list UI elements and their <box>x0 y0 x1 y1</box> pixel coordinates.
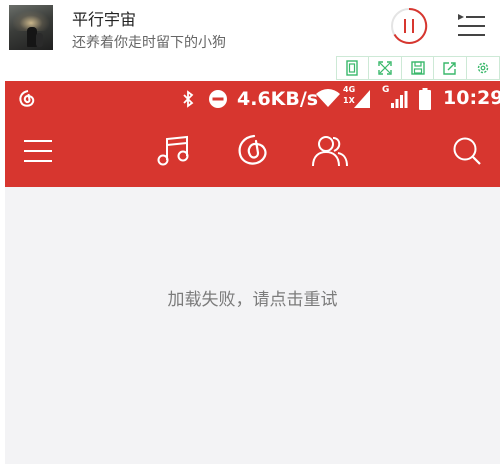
top-nav <box>5 117 500 187</box>
pause-icon <box>391 7 428 44</box>
status-bar: 4.6KB/s 4G 1X G 10:29 <box>5 81 504 117</box>
battery-icon <box>419 88 431 110</box>
search-icon <box>453 137 481 165</box>
save-icon <box>410 61 425 75</box>
signal-icon-1 <box>354 90 370 108</box>
app-header: 4.6KB/s 4G 1X G 10:29 <box>5 81 504 187</box>
album-cover[interactable] <box>9 5 53 50</box>
menu-icon <box>24 140 52 162</box>
settings-icon <box>477 62 489 74</box>
capture-toolbar <box>336 56 500 80</box>
right-margin <box>500 81 504 464</box>
friends-icon <box>312 136 348 167</box>
cover-figure-2 <box>36 33 43 47</box>
signal-icon-2 <box>391 91 408 108</box>
tab-my-music[interactable] <box>153 131 193 171</box>
netease-logo-icon <box>238 134 267 165</box>
settings-button[interactable] <box>467 56 500 80</box>
search-button[interactable] <box>449 133 485 169</box>
wifi-icon <box>316 89 340 107</box>
share-icon <box>443 62 456 75</box>
netease-status-icon <box>19 90 35 107</box>
fullscreen-button[interactable] <box>368 56 402 80</box>
song-title[interactable]: 平行宇宙 <box>72 6 136 30</box>
network-g-label: G <box>382 85 390 95</box>
share-button[interactable] <box>434 56 468 80</box>
pause-button[interactable] <box>390 7 428 45</box>
network-speed: 4.6KB/s <box>237 88 319 110</box>
tab-discover[interactable] <box>232 131 272 171</box>
menu-button[interactable] <box>19 133 57 169</box>
fullscreen-icon <box>378 61 392 75</box>
clock: 10:29 <box>443 87 504 109</box>
bluetooth-icon <box>183 90 194 108</box>
fit-screen-button[interactable] <box>336 56 369 80</box>
fit-screen-icon <box>346 60 359 76</box>
music-icon <box>157 135 189 166</box>
tab-friends[interactable] <box>308 131 352 171</box>
mini-player[interactable]: 平行宇宙 还养着你走时留下的小狗 <box>0 0 504 56</box>
song-subtitle[interactable]: 还养着你走时留下的小狗 <box>72 32 226 52</box>
load-failed-retry[interactable]: 加载失败，请点击重试 <box>5 285 500 310</box>
playlist-icon <box>458 14 485 36</box>
playlist-button[interactable] <box>455 12 487 40</box>
do-not-disturb-icon <box>209 90 227 108</box>
content-area[interactable]: 加载失败，请点击重试 <box>5 187 500 464</box>
save-button[interactable] <box>401 56 435 80</box>
